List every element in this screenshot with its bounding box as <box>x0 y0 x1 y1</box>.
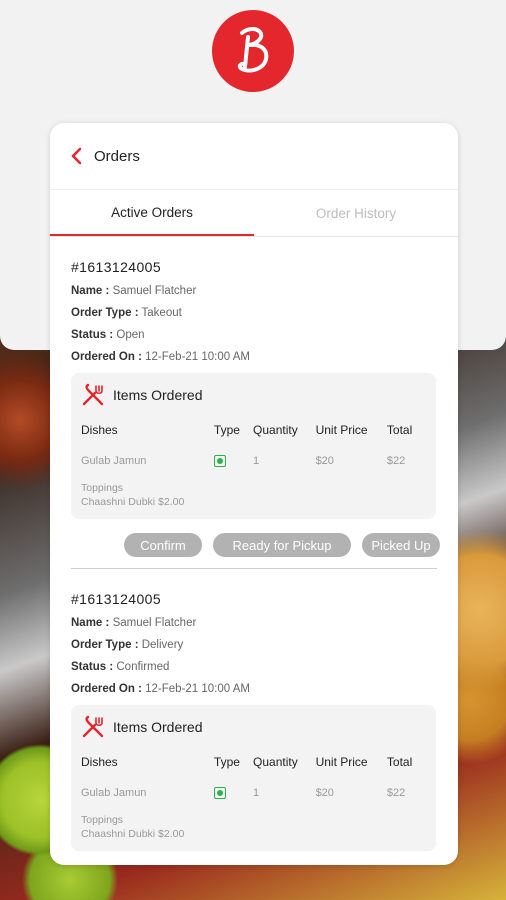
col-total: Total <box>386 423 413 437</box>
ready-for-pickup-button[interactable]: Ready for Pickup <box>213 533 351 557</box>
order-id: #1613124005 <box>71 591 162 607</box>
col-quantity: Quantity <box>253 755 298 769</box>
col-quantity: Quantity <box>253 423 298 437</box>
order-status: Status : Open <box>71 329 145 341</box>
items-ordered-box: Items Ordered Dishes Type Quantity Unit … <box>71 705 436 851</box>
col-type: Type <box>213 755 240 769</box>
tab-active-orders[interactable]: Active Orders <box>50 190 254 236</box>
toppings: Toppings Chaashni Dubki $2.00 <box>81 481 426 509</box>
dish-name: Gulab Jamun <box>81 787 147 799</box>
order-tabs: Active Orders Order History <box>50 190 458 237</box>
orders-card: Orders Active Orders Order History #1613… <box>50 123 458 865</box>
col-total: Total <box>386 755 413 769</box>
picked-up-button[interactable]: Picked Up <box>362 533 440 557</box>
toppings-value: Chaashni Dubki $2.00 <box>81 496 185 508</box>
dish-unit-price: $20 <box>315 455 334 467</box>
col-dishes: Dishes <box>81 423 118 437</box>
card-header: Orders <box>50 123 458 190</box>
brand-logo <box>212 10 294 92</box>
order-card: #1613124005 Name : Samuel Flatcher Order… <box>50 259 458 569</box>
tab-order-history[interactable]: Order History <box>254 190 458 236</box>
items-ordered-title: Items Ordered <box>113 719 203 735</box>
order-date: Ordered On : 12-Feb-21 10:00 AM <box>71 351 250 363</box>
order-card: #1613124005 Name : Samuel Flatcher Order… <box>50 591 458 851</box>
table-row: Gulab Jamun 1 $20 $22 <box>81 455 426 467</box>
dish-total: $22 <box>386 787 406 799</box>
col-dishes: Dishes <box>81 755 118 769</box>
veg-icon <box>213 787 226 799</box>
order-id: #1613124005 <box>71 259 162 275</box>
items-table-header: Dishes Type Quantity Unit Price Total <box>81 755 426 769</box>
dish-quantity: 1 <box>253 455 260 467</box>
veg-indicator <box>213 787 253 799</box>
dish-unit-price: $20 <box>315 787 334 799</box>
toppings-label: Toppings <box>81 814 124 826</box>
order-date: Ordered On : 12-Feb-21 10:00 AM <box>71 683 250 695</box>
page-title: Orders <box>94 147 140 165</box>
order-name: Name : Samuel Flatcher <box>71 617 197 629</box>
order-type: Order Type : Takeout <box>71 307 182 319</box>
dish-quantity: 1 <box>253 787 260 799</box>
dish-name: Gulab Jamun <box>81 455 147 467</box>
col-unit-price: Unit Price <box>315 755 368 769</box>
cutlery-icon <box>82 715 104 738</box>
toppings-value: Chaashni Dubki $2.00 <box>81 828 185 840</box>
items-ordered-box: Items Ordered Dishes Type Quantity Unit … <box>71 373 436 519</box>
veg-icon <box>213 455 226 467</box>
veg-indicator <box>213 455 253 467</box>
col-type: Type <box>213 423 240 437</box>
confirm-button[interactable]: Confirm <box>124 533 202 557</box>
table-row: Gulab Jamun 1 $20 $22 <box>81 787 426 799</box>
toppings: Toppings Chaashni Dubki $2.00 <box>81 813 426 841</box>
cutlery-icon <box>82 383 104 406</box>
items-table-header: Dishes Type Quantity Unit Price Total <box>81 423 426 437</box>
toppings-label: Toppings <box>81 482 124 494</box>
order-divider <box>71 568 437 569</box>
order-status: Status : Confirmed <box>71 661 170 673</box>
col-unit-price: Unit Price <box>315 423 368 437</box>
order-name: Name : Samuel Flatcher <box>71 285 197 297</box>
chevron-left-icon[interactable] <box>68 147 86 165</box>
dish-total: $22 <box>386 455 406 467</box>
order-type: Order Type : Delivery <box>71 639 184 651</box>
items-header: Items Ordered <box>81 383 426 407</box>
items-header: Items Ordered <box>81 715 426 739</box>
order-actions: Confirm Ready for Pickup Picked Up <box>71 533 440 557</box>
items-ordered-title: Items Ordered <box>113 387 203 403</box>
